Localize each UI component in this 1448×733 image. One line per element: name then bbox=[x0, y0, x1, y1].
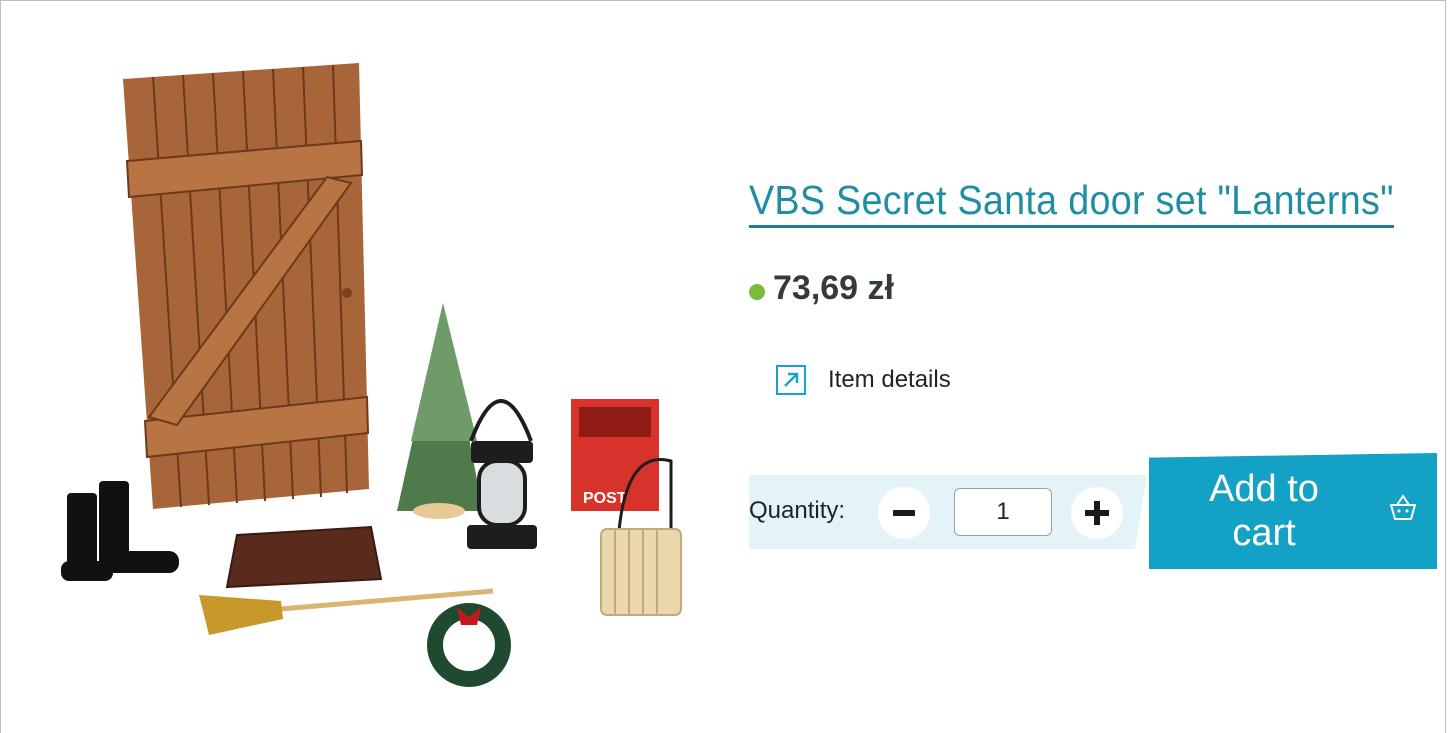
product-card: POST VBS Secret Santa door set "Lanterns… bbox=[0, 0, 1446, 733]
basket-icon bbox=[1390, 494, 1416, 520]
add-to-cart-button[interactable]: Add to cart bbox=[1149, 453, 1437, 569]
product-title-link[interactable]: VBS Secret Santa door set "Lanterns" bbox=[749, 175, 1394, 228]
price-row: 73,69 zł bbox=[749, 269, 894, 308]
product-price: 73,69 zł bbox=[773, 269, 894, 307]
availability-dot bbox=[749, 283, 765, 300]
wreath-illustration bbox=[427, 603, 511, 687]
mailbox-illustration: POST bbox=[571, 399, 659, 511]
product-image[interactable]: POST bbox=[31, 41, 721, 701]
quantity-label: Quantity: bbox=[749, 497, 846, 524]
quantity-input[interactable] bbox=[954, 488, 1052, 536]
tree-illustration bbox=[397, 303, 483, 519]
minus-icon bbox=[893, 510, 915, 516]
door-illustration bbox=[123, 63, 370, 509]
add-to-cart-label: Add to cart bbox=[1209, 468, 1319, 554]
quantity-increment-button[interactable] bbox=[1071, 487, 1123, 539]
item-details-label: Item details bbox=[828, 366, 951, 393]
external-link-icon bbox=[776, 365, 806, 395]
doormat-illustration bbox=[225, 525, 383, 589]
plus-icon bbox=[1085, 501, 1109, 525]
item-details-link[interactable]: Item details bbox=[776, 365, 951, 395]
svg-text:POST: POST bbox=[583, 490, 627, 507]
quantity-decrement-button[interactable] bbox=[878, 487, 930, 539]
lantern-illustration bbox=[467, 399, 537, 549]
